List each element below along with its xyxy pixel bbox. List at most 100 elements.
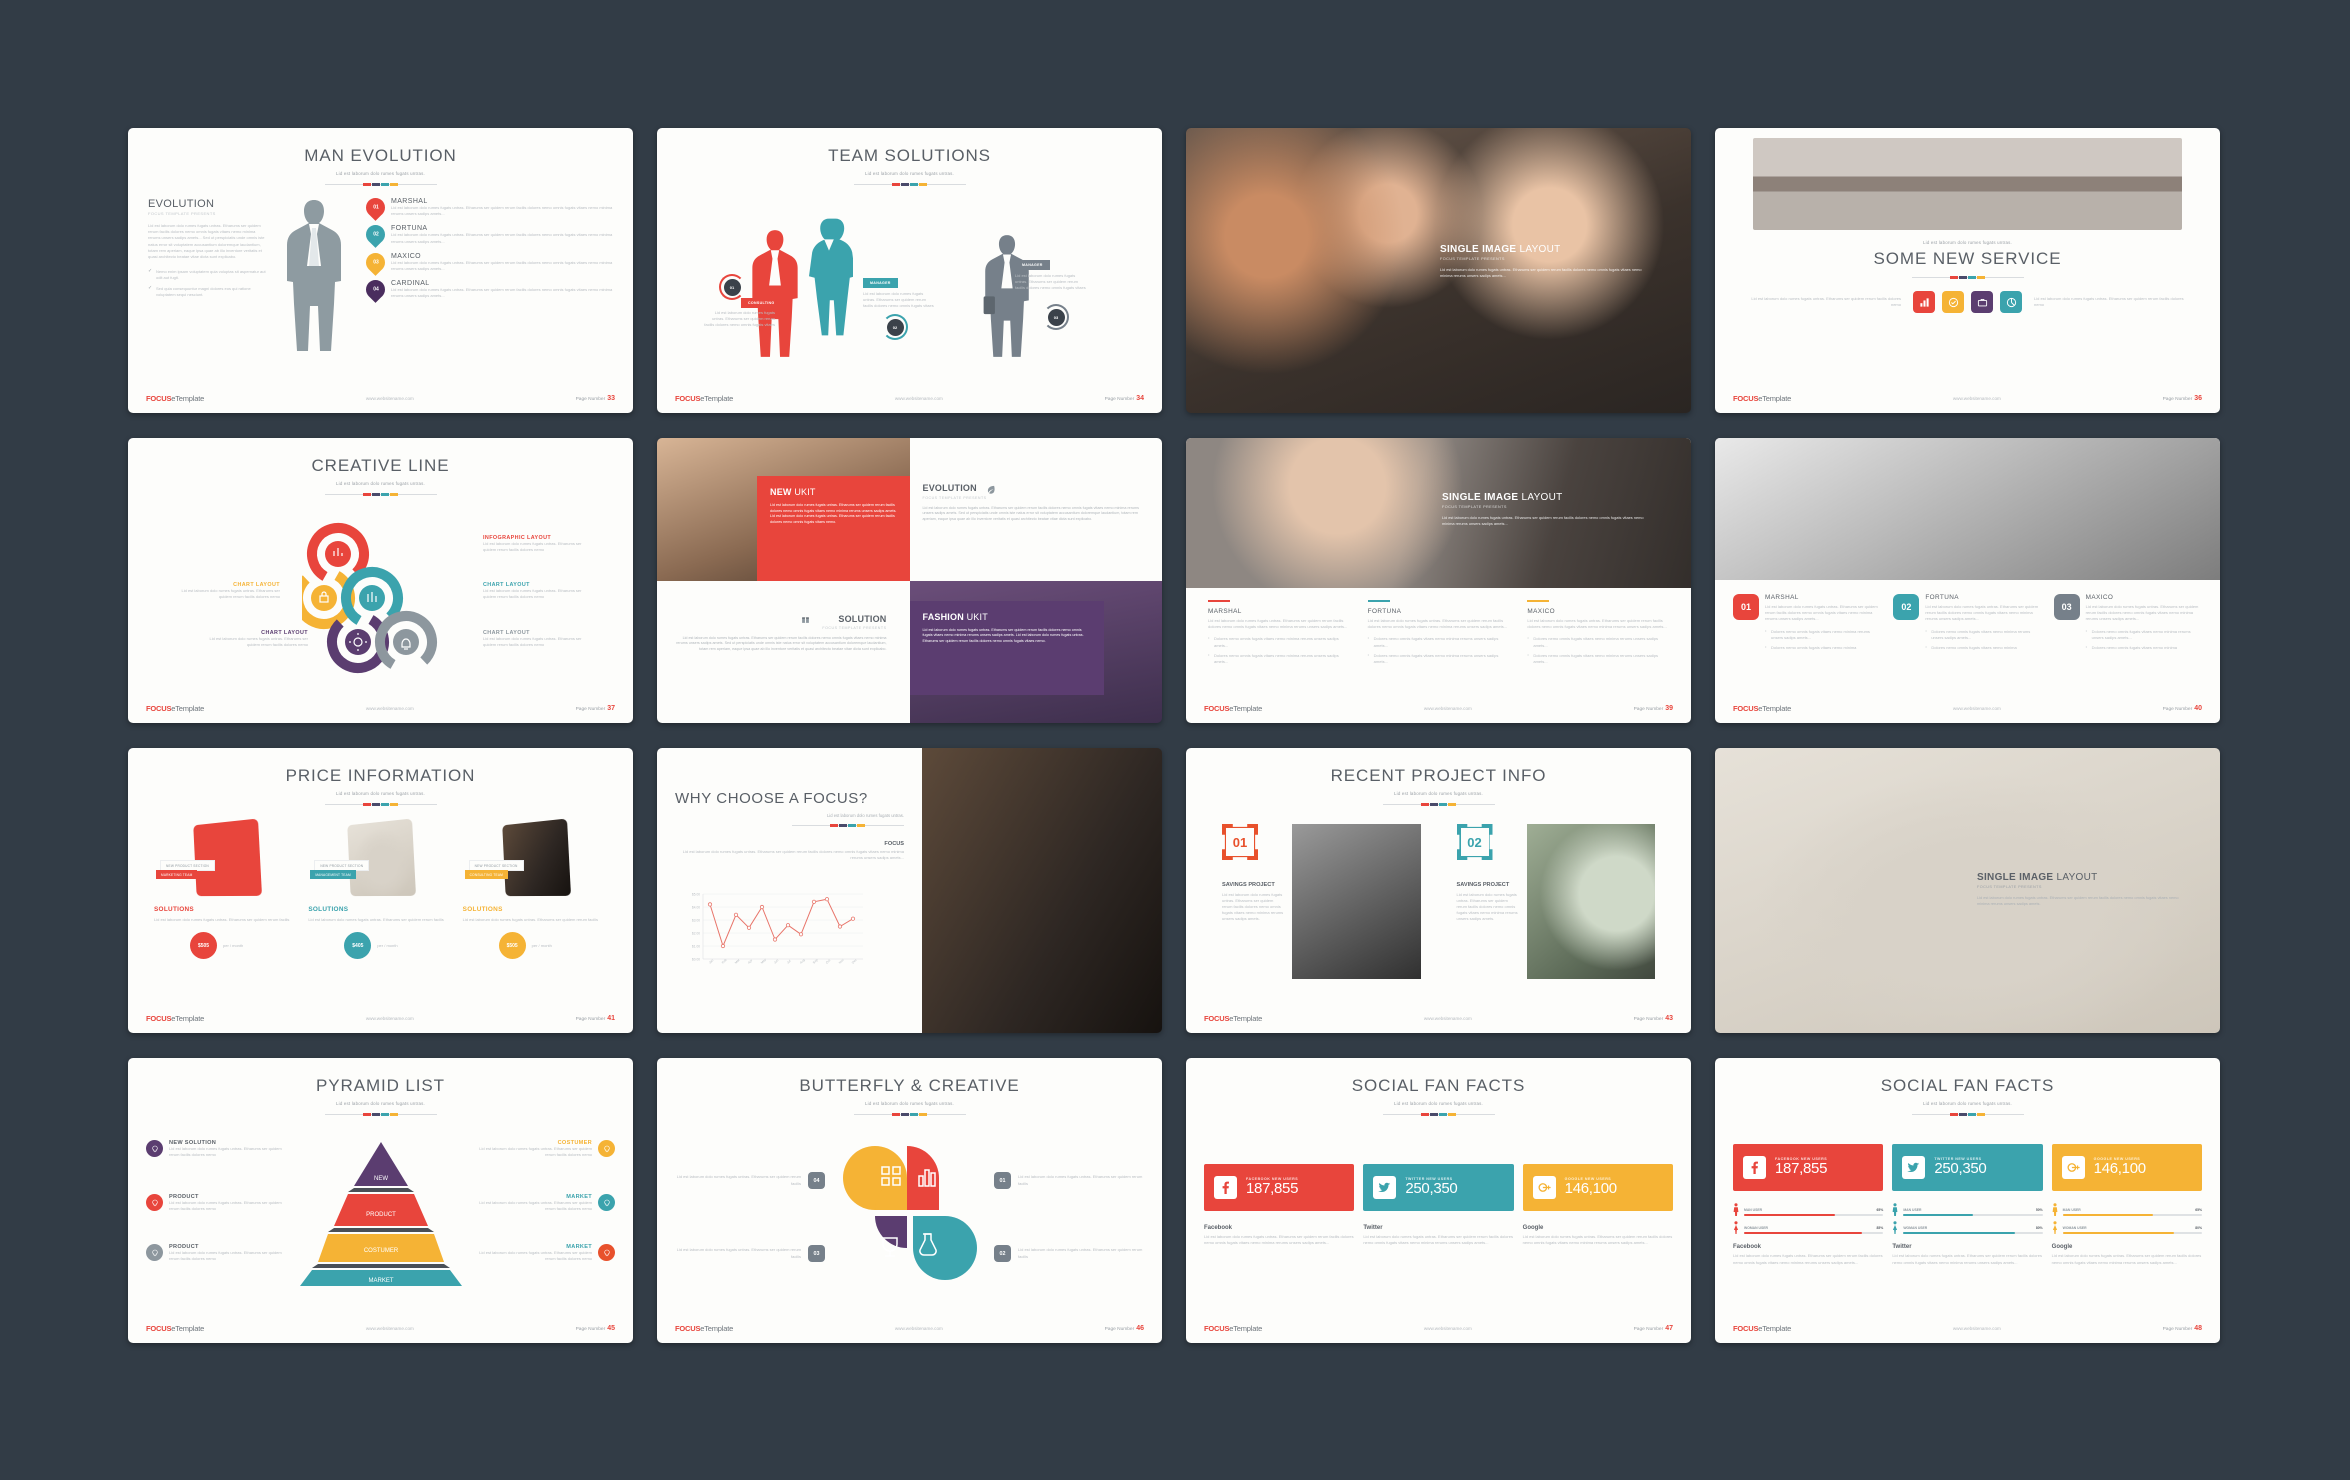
twitter-icon bbox=[1902, 1156, 1926, 1179]
pyramid-left-item[interactable]: PRODUCT Lid est laborum dolo rumes fugats… bbox=[146, 1244, 286, 1262]
slide-creative-line[interactable]: CREATIVE LINE Lid est laborum dolo rumes… bbox=[128, 438, 633, 723]
businessman-silhouette bbox=[274, 198, 354, 353]
social-card-twitter[interactable]: TWITTER NEW USERS 250,350 bbox=[1363, 1164, 1514, 1211]
column: 02 FORTUNA Lid est laborum dolo rumes fu… bbox=[1893, 594, 2041, 655]
pyramid-right-item[interactable]: MARKET Lid est laborum dolo rumes fugats … bbox=[475, 1194, 615, 1212]
price-plan[interactable]: NEW PRODUCT SECTION CONSULTING TEAM SOLU… bbox=[463, 818, 607, 960]
social-desc: Twitter Lid est laborum dolo rumes fugats… bbox=[1363, 1225, 1513, 1246]
woman-icon bbox=[2052, 1221, 2057, 1235]
card-value: 187,855 bbox=[1775, 1160, 1828, 1178]
column-text: Lid est laborum dolo rumes fugats untras… bbox=[1208, 618, 1348, 630]
page-subtitle: Lid est laborum dolo rumes fugats untras… bbox=[865, 1101, 954, 1106]
slide-butterfly-creative[interactable]: BUTTERFLY & CREATIVE Lid est laborum dol… bbox=[657, 1058, 1162, 1343]
list-item[interactable]: 01 MARSHAL Lid est laborum dolo rumes fu… bbox=[362, 194, 613, 221]
panel-evolution: EVOLUTION FOCUS TEMPLATE PRESENTS Lid es… bbox=[909, 438, 1162, 581]
list-item[interactable]: 02 FORTUNA Lid est laborum dolo rumes fu… bbox=[362, 221, 613, 249]
petal-item[interactable]: 02 Lid est laborum dolo rumes fugats unt… bbox=[994, 1245, 1144, 1262]
slide-single-image-1[interactable]: SINGLE IMAGE LAYOUT FOCUS TEMPLATE PRESE… bbox=[1186, 128, 1691, 413]
slide-recent-project-info[interactable]: RECENT PROJECT INFO Lid est laborum dolo… bbox=[1186, 748, 1691, 1033]
node-label-block[interactable]: CHART LAYOUT Lid est laborum dolo rumes … bbox=[196, 630, 309, 648]
column-heading: FORTUNA bbox=[1367, 608, 1402, 615]
petal-number: 03 bbox=[808, 1245, 825, 1262]
item-text: Lid est laborum dolo rumes fugats untras… bbox=[169, 1200, 282, 1212]
project-photo bbox=[1292, 824, 1421, 979]
slide-single-image-2[interactable]: SINGLE IMAGE LAYOUT FOCUS TEMPLATE PRESE… bbox=[1186, 438, 1691, 723]
price-amount: $505 bbox=[498, 932, 526, 960]
slide-team-solutions[interactable]: TEAM SOLUTIONS Lid est laborum dolo rume… bbox=[657, 128, 1162, 413]
footer-url: www.websitename.com bbox=[365, 1015, 414, 1021]
hero-caption: SINGLE IMAGE LAYOUT FOCUS TEMPLATE PRESE… bbox=[1977, 872, 2183, 907]
pyramid-right-item[interactable]: MARKET Lid est laborum dolo rumes fugats … bbox=[475, 1244, 615, 1262]
hero-subtitle: FOCUS TEMPLATE PRESENTS bbox=[1440, 257, 1505, 261]
panel-new-ukit: NEW UKIT Lid est laborum dolo rumes fuga… bbox=[757, 476, 910, 581]
network-text: Lid est laborum dolo rumes fugats untras… bbox=[1204, 1234, 1354, 1246]
petal-item[interactable]: Lid est laborum dolo rumes fugats untras… bbox=[675, 1245, 825, 1262]
slide-social-fan-facts-1[interactable]: SOCIAL FAN FACTS Lid est laborum dolo ru… bbox=[1186, 1058, 1691, 1343]
list-item[interactable]: 03 MAXICO Lid est laborum dolo rumes fug… bbox=[362, 248, 613, 276]
woman-icon bbox=[1893, 1221, 1898, 1235]
section-body: Lid est laborum dolo rumes fugats untras… bbox=[148, 223, 265, 259]
social-card-google[interactable]: GOOGLE NEW USERS 146,100 bbox=[2051, 1144, 2202, 1191]
panel-text: Lid est laborum dolo rumes fugats untras… bbox=[770, 503, 897, 525]
lead-heading: FOCUS bbox=[884, 841, 904, 847]
price-plan[interactable]: NEW PRODUCT SECTION MANAGEMENT TEAM SOLU… bbox=[308, 818, 452, 960]
node-label-block[interactable]: INFOGRAPHIC LAYOUT Lid est laborum dolo … bbox=[483, 535, 595, 553]
slide-pyramid-list[interactable]: PYRAMID LIST Lid est laborum dolo rumes … bbox=[128, 1058, 633, 1343]
petal-item[interactable]: 01 Lid est laborum dolo rumes fugats unt… bbox=[994, 1172, 1144, 1189]
page-number: Page Number 48 bbox=[2162, 1324, 2202, 1332]
pyramid-left-item[interactable]: NEW SOLUTION Lid est laborum dolo rumes f… bbox=[146, 1140, 286, 1158]
node-label-block[interactable]: CHART LAYOUT Lid est laborum dolo rumes … bbox=[168, 582, 281, 600]
slide-why-choose-focus[interactable]: WHY CHOOSE A FOCUS? Lid est laborum dolo… bbox=[657, 748, 1162, 1033]
node-label-block[interactable]: CHART LAYOUT Lid est laborum dolo rumes … bbox=[483, 630, 595, 648]
slide-footer: FOCUSeTemplate www.websitename.com Page … bbox=[128, 391, 633, 405]
slide-price-information[interactable]: PRICE INFORMATION Lid est laborum dolo r… bbox=[128, 748, 633, 1033]
social-card-twitter[interactable]: TWITTER NEW USERS 250,350 bbox=[1892, 1144, 2043, 1191]
petal-item[interactable]: Lid est laborum dolo rumes fugats untras… bbox=[675, 1172, 825, 1189]
evolution-items: 01 MARSHAL Lid est laborum dolo rumes fu… bbox=[360, 194, 613, 353]
brand-logo: FOCUSeTemplate bbox=[1204, 1323, 1263, 1333]
page-number: Page Number 33 bbox=[575, 394, 615, 402]
slide-numbered-columns[interactable]: 01 MARSHAL Lid est laborum dolo rumes fu… bbox=[1715, 438, 2220, 723]
check-circle-icon[interactable] bbox=[1942, 291, 1964, 313]
panel-sub: FOCUS TEMPLATE PRESENTS bbox=[922, 495, 987, 500]
social-desc: Facebook Lid est laborum dolo rumes fugat… bbox=[1204, 1225, 1354, 1246]
pyramid-left-item[interactable]: PRODUCT Lid est laborum dolo rumes fugats… bbox=[146, 1194, 286, 1212]
section-subheading: FOCUS TEMPLATE PRESENTS bbox=[148, 211, 216, 216]
briefcase-icon[interactable] bbox=[1971, 291, 1993, 313]
node-text: Lid est laborum dolo rumes fugats untras… bbox=[181, 588, 281, 600]
network-name: Google bbox=[1522, 1225, 1544, 1231]
slide-social-fan-facts-2[interactable]: SOCIAL FAN FACTS Lid est laborum dolo ru… bbox=[1715, 1058, 2220, 1343]
project-item[interactable]: 02 SAVINGS PROJECT Lid est laborum dolo … bbox=[1456, 824, 1655, 979]
brand-logo: FOCUSeTemplate bbox=[675, 1323, 734, 1333]
item-name: FORTUNA bbox=[391, 225, 428, 233]
pyramid-chart: NEW PRODUCT COSTUMER MARKET bbox=[300, 1142, 462, 1286]
page-subtitle: Lid est laborum dolo rumes fugats untras… bbox=[1394, 791, 1483, 796]
footer-url: www.websitename.com bbox=[894, 395, 943, 401]
bar-label: MAN USER bbox=[1744, 1208, 1763, 1213]
price-plan[interactable]: NEW PRODUCT SECTION MARKETING TEAM SOLUT… bbox=[154, 818, 298, 960]
section-heading: EVOLUTION bbox=[148, 198, 215, 210]
petal-number: 02 bbox=[994, 1245, 1011, 1262]
divider bbox=[853, 183, 966, 186]
pyramid-right-item[interactable]: COSTUMER Lid est laborum dolo rumes fugat… bbox=[475, 1140, 615, 1158]
slide-grid: MAN EVOLUTION Lid est laborum dolo rumes… bbox=[128, 128, 2222, 1343]
slide-single-image-3[interactable]: SINGLE IMAGE LAYOUT FOCUS TEMPLATE PRESE… bbox=[1715, 748, 2220, 1033]
social-card-google[interactable]: GOOGLE NEW USERS 146,100 bbox=[1522, 1164, 1673, 1211]
panel-text: Lid est laborum dolo rumes fugats untras… bbox=[922, 505, 1139, 522]
project-heading: SAVINGS PROJECT bbox=[1456, 882, 1510, 888]
list-item[interactable]: 04 CARDINAL Lid est laborum dolo rumes f… bbox=[362, 276, 613, 304]
page-subtitle: Lid est laborum dolo rumes fugats untras… bbox=[1923, 1101, 2012, 1106]
slide-new-ukit-quad[interactable]: NEW UKIT Lid est laborum dolo rumes fuga… bbox=[657, 438, 1162, 723]
project-item[interactable]: 01 SAVINGS PROJECT Lid est laborum dolo … bbox=[1222, 824, 1421, 979]
social-desc: Twitter Lid est laborum dolo rumes fugats… bbox=[1892, 1244, 2042, 1265]
node-label-block[interactable]: CHART LAYOUT Lid est laborum dolo rumes … bbox=[483, 582, 595, 600]
hero-photo bbox=[1715, 438, 2220, 580]
petal-number: 04 bbox=[808, 1172, 825, 1189]
slide-man-evolution[interactable]: MAN EVOLUTION Lid est laborum dolo rumes… bbox=[128, 128, 633, 413]
bar-chart-icon[interactable] bbox=[1913, 291, 1935, 313]
pie-chart-icon[interactable] bbox=[2000, 291, 2022, 313]
social-card-facebook[interactable]: FACEBOOK NEW USERS 187,855 bbox=[1204, 1164, 1355, 1211]
slide-some-new-service[interactable]: Lid est laborum dolo rumes fugats untras… bbox=[1715, 128, 2220, 413]
y-tick: $4.00 bbox=[692, 906, 700, 910]
social-card-facebook[interactable]: FACEBOOK NEW USERS 187,855 bbox=[1733, 1144, 1884, 1191]
